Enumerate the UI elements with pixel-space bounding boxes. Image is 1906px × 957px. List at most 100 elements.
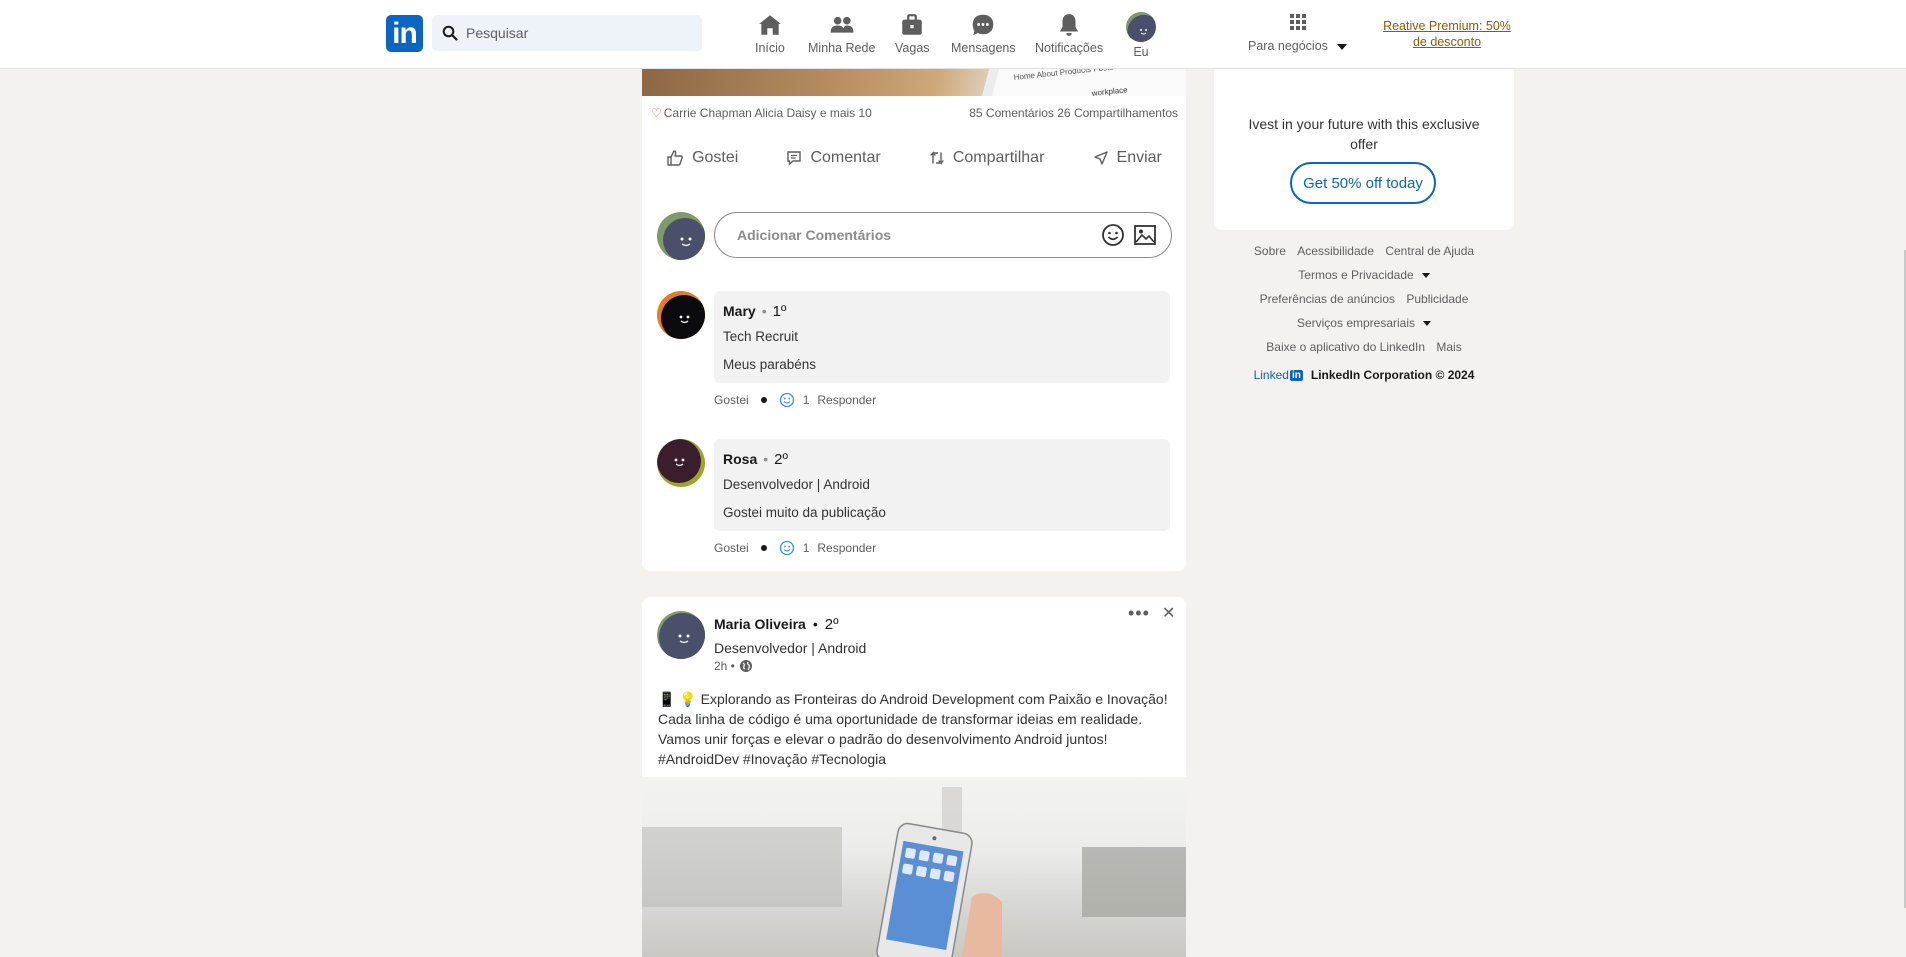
footer-link-business-services[interactable]: Serviços empresariais (1297, 316, 1432, 330)
commenter-name[interactable]: Rosa (723, 451, 757, 467)
comment-text: Gostei muito da publicação (723, 505, 886, 520)
search-icon (442, 25, 458, 41)
footer-link-advertising[interactable]: Publicidade (1406, 292, 1468, 306)
jobs-icon (902, 14, 922, 35)
comment-text: Meus parabéns (723, 357, 817, 372)
post-timestamp: 2h • (714, 659, 753, 673)
heart-icon: ♡ (651, 106, 662, 120)
post-social-counts: ♡ Carrie Chapman Alicia Daisy e mais 10 8… (651, 106, 1178, 120)
get-offer-button[interactable]: Get 50% off today (1290, 162, 1436, 204)
commenter-avatar[interactable] (657, 291, 705, 339)
footer-link-help-center[interactable]: Central de Ajuda (1385, 244, 1474, 258)
footer-link-ad-preferences[interactable]: Preferências de anúncios (1260, 292, 1395, 306)
footer-link-about[interactable]: Sobre (1254, 244, 1286, 258)
notifications-icon (1059, 14, 1079, 36)
comment-box[interactable] (714, 212, 1172, 258)
post-actions: Gostei Comentar Compartilhar Enviar (642, 138, 1186, 178)
emoji-icon[interactable] (1101, 223, 1125, 247)
share-button[interactable]: Compartilhar (929, 149, 1045, 167)
author-headline: Desenvolvedor | Android (714, 640, 867, 656)
send-label: Enviar (1116, 149, 1162, 166)
reactions-summary[interactable]: ♡ Carrie Chapman Alicia Daisy e mais 10 (651, 106, 872, 120)
nav-home[interactable]: Início (755, 12, 785, 55)
post-hashtags[interactable]: #AndroidDev #Inovação #Tecnologia (658, 749, 1178, 769)
commenter-name-row: Rosa • 2º (723, 451, 788, 468)
nav-home-label: Início (755, 41, 785, 55)
connection-degree: 2º (774, 451, 788, 468)
author-avatar[interactable] (657, 611, 705, 659)
comment: Rosa • 2º Desenvolvedor | Android Gostei m… (714, 439, 1170, 531)
post-card: Maria Oliveira • 2º Desenvolvedor | Androi… (642, 597, 1186, 957)
comment-actions: Gostei 1 Responder (714, 540, 876, 556)
reply-button[interactable]: Responder (817, 393, 876, 407)
chevron-down-icon (1423, 321, 1432, 327)
linkedin-logo[interactable]: in (386, 15, 423, 52)
search-input[interactable] (464, 24, 688, 42)
comment-actions: Gostei 1 Responder (714, 392, 876, 408)
reaction-icon (779, 392, 794, 408)
nav-me-label: Eu (1133, 45, 1149, 59)
reaction-count[interactable]: 1 (803, 393, 810, 407)
commenter-name[interactable]: Mary (723, 303, 756, 319)
business-label: Para negócios (1248, 39, 1348, 53)
image-icon[interactable] (1133, 223, 1157, 247)
search-bar[interactable] (432, 15, 702, 51)
nav-messaging[interactable]: Mensagens (951, 12, 1016, 55)
post-text-line: Cada linha de código é uma oportunidade … (658, 711, 1143, 727)
commenter-headline: Tech Recruit (723, 329, 799, 344)
thumbs-up-icon (667, 150, 683, 166)
chevron-down-icon (1337, 43, 1348, 50)
connection-degree: 1º (772, 303, 787, 320)
comment-like-button[interactable]: Gostei (714, 541, 749, 555)
linkedin-footer-logo: Linked in (1253, 368, 1303, 382)
footer-links: Sobre Acessibilidade Central de Ajuda Te… (1214, 244, 1514, 382)
messaging-icon (973, 14, 994, 36)
connection-degree: 2º (824, 616, 839, 633)
commenter-avatar[interactable] (657, 439, 705, 487)
send-button[interactable]: Enviar (1093, 149, 1162, 167)
reaction-count[interactable]: 1 (803, 541, 810, 555)
globe-icon (739, 660, 752, 672)
reaction-icon (779, 540, 794, 556)
like-button[interactable]: Gostei (666, 149, 738, 167)
footer-link-get-app[interactable]: Baixe o aplicativo do LinkedIn (1266, 340, 1425, 354)
comment-button[interactable]: Comentar (786, 149, 881, 167)
close-icon[interactable]: ✕ (1162, 603, 1175, 623)
separator-dot (760, 397, 767, 403)
commenter-headline: Desenvolvedor | Android (723, 477, 870, 492)
post-image[interactable] (642, 777, 1186, 957)
post-text: 📱 💡 Explorando as Fronteiras do Android … (658, 689, 1178, 769)
premium-link[interactable]: Reative Premium: 50% de desconto (1378, 18, 1516, 50)
promo-text: Ivest in your future with this exclusive… (1248, 116, 1480, 152)
footer-copyright-row: Linked in LinkedIn Corporation © 2024 (1214, 368, 1514, 382)
nav-jobs[interactable]: Vagas (895, 12, 930, 55)
repost-icon (930, 151, 944, 165)
author-name[interactable]: Maria Oliveira (714, 616, 806, 632)
reply-button[interactable]: Responder (817, 541, 876, 555)
nav-network[interactable]: Minha Rede (808, 12, 875, 55)
footer-link-terms-privacy[interactable]: Termos e Privacidade (1298, 268, 1430, 282)
network-icon (830, 16, 854, 33)
top-navigation-bar: in Início Minha Rede Vagas (0, 0, 1906, 69)
nav-notifications-label: Notificações (1035, 41, 1104, 55)
comment-like-button[interactable]: Gostei (714, 393, 749, 407)
nav-notifications[interactable]: Notificações (1035, 12, 1103, 55)
current-user-avatar[interactable] (657, 212, 705, 260)
footer-link-more[interactable]: Mais (1436, 340, 1461, 354)
share-label: Compartilhar (952, 149, 1045, 166)
post-text-line: 📱 💡 Explorando as Fronteiras do Android … (658, 691, 1168, 707)
nav-jobs-label: Vagas (895, 41, 930, 55)
post-card: Home About Products Posts workplace ♡ Car… (642, 0, 1186, 571)
comment-input[interactable] (735, 226, 1089, 244)
nav-network-label: Minha Rede (808, 41, 876, 55)
separator-dot (760, 545, 767, 551)
comment: Mary • 1º Tech Recruit Meus parabéns (714, 291, 1170, 383)
nav-messaging-label: Mensagens (951, 41, 1016, 55)
copyright-text: LinkedIn Corporation © 2024 (1310, 368, 1475, 382)
more-options-icon[interactable]: ••• (1128, 603, 1150, 624)
nav-me[interactable]: Eu (1126, 12, 1156, 59)
footer-link-accessibility[interactable]: Acessibilidade (1297, 244, 1374, 258)
comments-shares-count[interactable]: 85 Comentários 26 Compartilhamentos (969, 106, 1178, 120)
author-name-row: Maria Oliveira • 2º (714, 616, 839, 633)
business-menu[interactable]: Para negócios (1248, 13, 1348, 53)
